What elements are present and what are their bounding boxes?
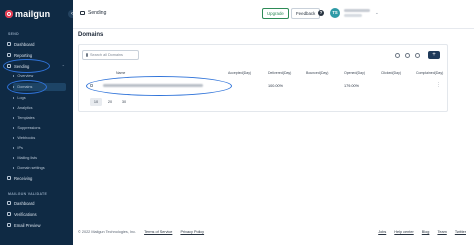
dashboard-icon	[7, 201, 11, 205]
col-accepted[interactable]: Accepted(Day)	[228, 71, 251, 75]
page-size-30[interactable]: 30	[118, 98, 130, 106]
copyright: © 2022 Mailgun Technologies, Inc.	[78, 230, 137, 234]
page-size-selector: 10 20 30	[90, 98, 130, 106]
chevron-up-icon: ⌃	[61, 63, 65, 69]
cell-delivered: 100.00%	[268, 84, 283, 88]
page-size-20[interactable]: 20	[104, 98, 116, 106]
verifications-icon	[7, 212, 11, 216]
footer: © 2022 Mailgun Technologies, Inc. Terms …	[78, 230, 204, 234]
feedback-button[interactable]: Feedback	[291, 8, 321, 19]
sidebar-sub-logs[interactable]: Logs	[13, 94, 73, 102]
privacy-link[interactable]: Privacy Policy	[180, 230, 204, 234]
filter-icon[interactable]	[405, 53, 410, 58]
search-icon	[86, 53, 88, 57]
col-bounced[interactable]: Bounced(Day)	[306, 71, 328, 75]
add-domain-button[interactable]: +	[428, 51, 440, 59]
col-clicked[interactable]: Clicked(Day)	[381, 71, 401, 75]
highlight-oval-domains	[7, 80, 47, 94]
breadcrumb-label: Sending	[88, 10, 107, 16]
brand-sub: by sinch	[32, 11, 42, 14]
sidebar-sub-suppressions[interactable]: Suppressions	[13, 124, 73, 132]
mailgun-logo-icon	[5, 10, 13, 18]
sidebar-item-receiving[interactable]: Receiving	[7, 174, 67, 182]
sidebar-item-validate-dashboard[interactable]: Dashboard	[7, 199, 67, 207]
section-validate: MAILGUN VALIDATE	[8, 192, 48, 196]
sidebar-sub-mailing-lists[interactable]: Mailing lists	[13, 154, 73, 162]
row-actions-icon[interactable]: ⋮	[436, 82, 441, 88]
page-title: Domains	[78, 32, 104, 38]
bullet-icon	[13, 137, 15, 139]
sidebar-sub-ips[interactable]: IPs	[13, 144, 73, 152]
sidebar-item-reporting[interactable]: Reporting	[7, 51, 67, 59]
sidebar-sub-domain-settings[interactable]: Domain settings	[13, 164, 73, 172]
breadcrumb: Sending	[80, 10, 106, 16]
footer-link-jobs[interactable]: Jobs	[378, 230, 386, 234]
footer-link-twitter[interactable]: Twitter	[455, 230, 466, 234]
col-delivered[interactable]: Delivered(Day)	[268, 71, 291, 75]
sending-icon	[80, 11, 85, 15]
sidebar-sub-overview[interactable]: Overview	[13, 72, 73, 80]
sidebar: mailgun by sinch SEND Dashboard Reportin…	[0, 0, 73, 245]
bullet-icon	[13, 147, 15, 149]
reporting-icon	[7, 53, 11, 57]
account-name-redacted[interactable]	[344, 9, 370, 12]
col-opened[interactable]: Opened(Day)	[344, 71, 365, 75]
sidebar-item-email-preview[interactable]: Email Preview	[7, 221, 67, 229]
sidebar-sub-analytics[interactable]: Analytics	[13, 104, 73, 112]
search-input[interactable]	[90, 51, 138, 59]
refresh-icon[interactable]	[415, 53, 420, 58]
email-preview-icon	[7, 223, 11, 227]
bullet-icon	[13, 75, 15, 77]
sidebar-sub-webhooks[interactable]: Webhooks	[13, 134, 73, 142]
sidebar-sub-templates[interactable]: Templates	[13, 114, 73, 122]
settings-icon[interactable]	[395, 53, 400, 58]
bullet-icon	[13, 167, 15, 169]
col-complained[interactable]: Complained(Day)	[416, 71, 443, 75]
footer-link-help-center[interactable]: Help center	[394, 230, 413, 234]
avatar[interactable]: TS	[330, 8, 340, 18]
sidebar-item-dashboard[interactable]: Dashboard	[7, 40, 67, 48]
dashboard-icon	[7, 42, 11, 46]
bullet-icon	[13, 117, 15, 119]
footer-link-team[interactable]: Team	[437, 230, 446, 234]
page-size-10[interactable]: 10	[90, 98, 102, 106]
bullet-icon	[13, 127, 15, 129]
receiving-icon	[7, 176, 11, 180]
terms-link[interactable]: Terms of Service	[144, 230, 172, 234]
upgrade-button[interactable]: Upgrade	[262, 8, 289, 19]
highlight-oval-domain-row	[86, 76, 232, 96]
footer-links: Jobs Help center Blog Team Twitter	[371, 230, 466, 234]
sidebar-item-verifications[interactable]: Verifications	[7, 210, 67, 218]
cell-opened: 179.00%	[344, 84, 359, 88]
bullet-icon	[13, 107, 15, 109]
account-email-redacted	[344, 14, 362, 17]
bullet-icon	[13, 157, 15, 159]
col-name[interactable]: Name	[116, 71, 125, 75]
search-box[interactable]	[82, 50, 139, 60]
section-send: SEND	[8, 32, 19, 36]
bullet-icon	[13, 97, 15, 99]
help-icon[interactable]: ?	[318, 10, 324, 16]
chevron-down-icon[interactable]: ⌄	[375, 10, 379, 16]
highlight-oval-sending	[3, 59, 50, 73]
brand-logo[interactable]: mailgun	[5, 9, 50, 19]
footer-link-blog[interactable]: Blog	[422, 230, 430, 234]
